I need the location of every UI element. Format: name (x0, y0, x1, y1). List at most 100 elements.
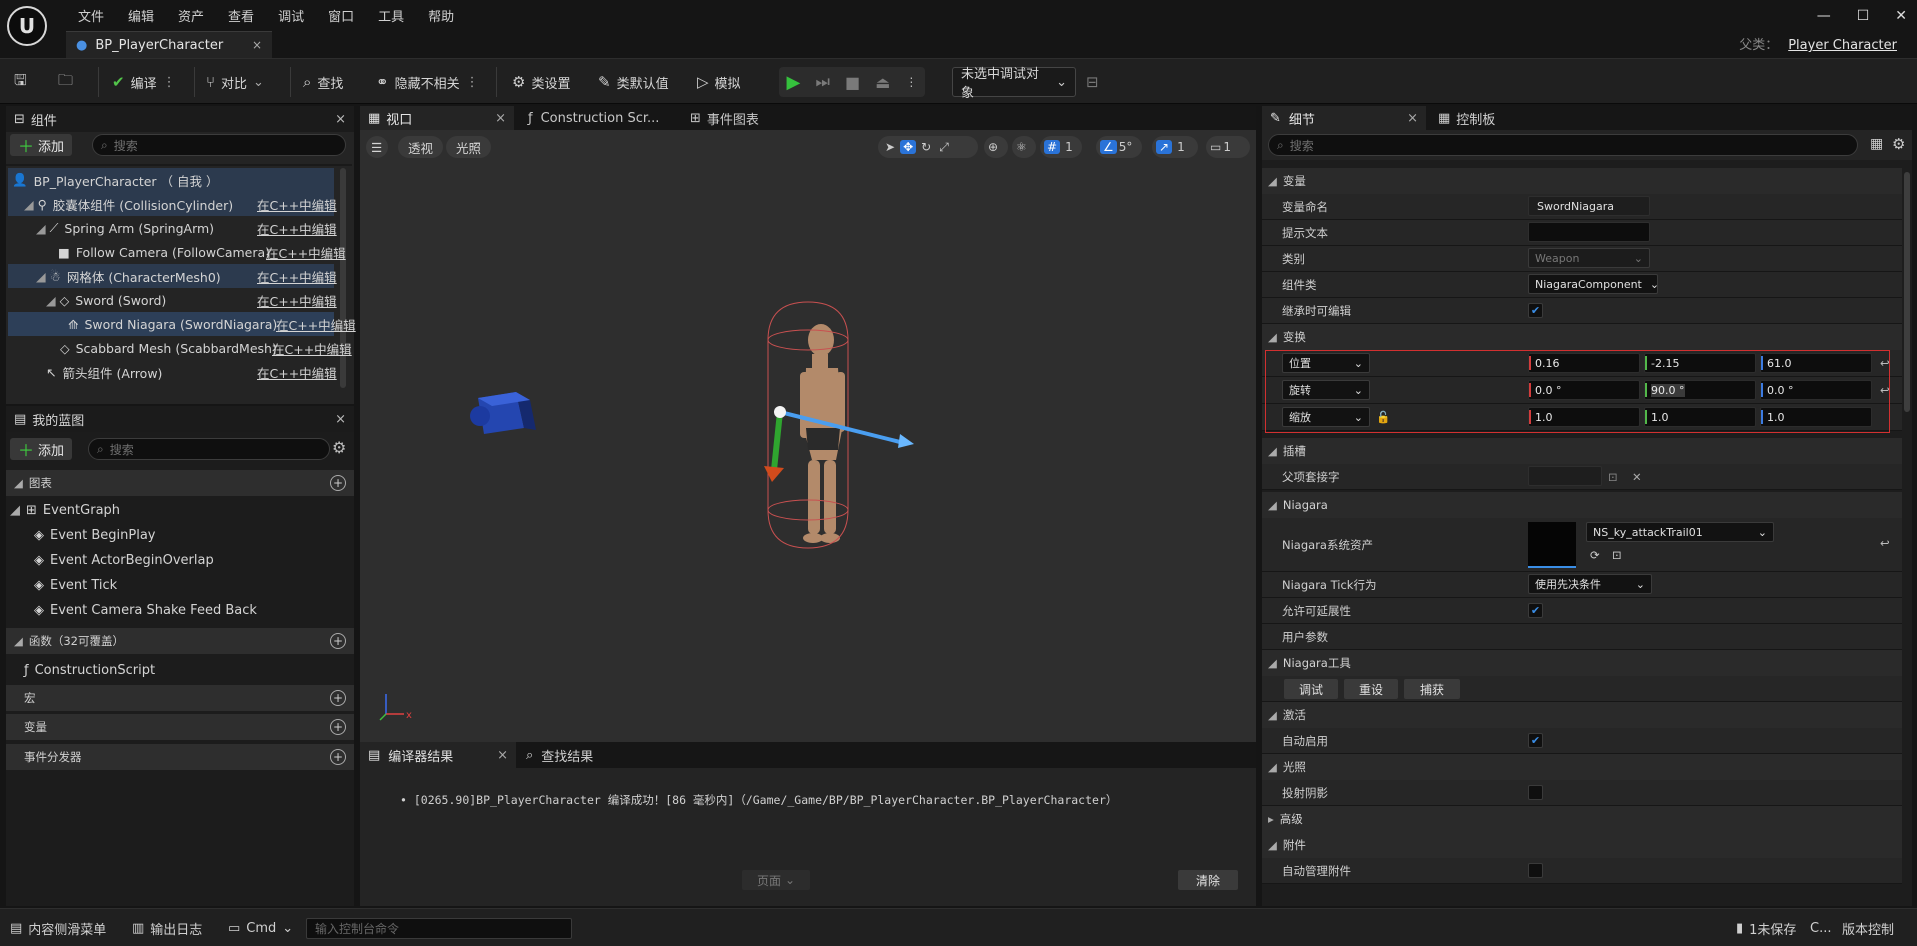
details-scrollbar[interactable] (1904, 172, 1910, 412)
tree-item-mesh[interactable]: ◢ ☃ 网格体 (CharacterMesh0) 在C++中编辑 (8, 264, 337, 288)
section-variable[interactable]: ◢ 变量 (1262, 168, 1902, 194)
diff-button[interactable]: ⑂ 对比 ⌄ (206, 59, 264, 105)
menu-file[interactable]: 文件 (66, 4, 116, 27)
tab-close-button[interactable]: × (495, 111, 506, 126)
add-function-button[interactable]: + (330, 633, 346, 649)
add-dispatcher-button[interactable]: + (330, 749, 346, 765)
section-niagara-tools[interactable]: ◢ Niagara工具 (1262, 650, 1902, 676)
play-options-icon[interactable]: ⋮ (905, 75, 917, 89)
content-drawer-button[interactable]: ▤ 内容侧滑菜单 (10, 917, 106, 939)
edit-in-cpp-link[interactable]: 在C++中编辑 (257, 267, 337, 286)
output-log-button[interactable]: ▥ 输出日志 (132, 917, 202, 939)
niagara-thumbnail[interactable] (1528, 522, 1576, 568)
tree-item-spring-arm[interactable]: ◢ ⟋ Spring Arm (SpringArm) 在C++中编辑 (8, 216, 338, 240)
edit-in-cpp-link[interactable]: 在C++中编辑 (257, 219, 337, 238)
auto-activate-checkbox[interactable]: ✔ (1528, 733, 1543, 748)
unsaved-indicator[interactable]: ▮ 1未保存 (1736, 917, 1796, 939)
components-search-input[interactable]: ⌕ 搜索 (92, 134, 346, 156)
add-blueprint-item-button[interactable]: ＋添加 (10, 438, 73, 460)
tab-construction-script[interactable]: ƒ Construction Scr... (528, 106, 659, 130)
section-functions[interactable]: ◢ 函数（32可覆盖） + (6, 628, 354, 654)
edit-in-cpp-link[interactable]: 在C++中编辑 (257, 291, 337, 310)
event-item[interactable]: ◈ Event ActorBeginOverlap (34, 548, 214, 572)
debug-filter-button[interactable]: ⊟ (1086, 59, 1099, 105)
reset-button[interactable]: 重设 (1344, 679, 1398, 699)
minimize-button[interactable]: — (1817, 8, 1831, 24)
category-select[interactable]: Weapon ⌄ (1528, 248, 1650, 268)
blueprint-settings-gear-icon[interactable]: ⚙ (332, 438, 346, 457)
clear-button[interactable]: 清除 (1178, 870, 1238, 890)
section-variables[interactable]: 变量 + (6, 714, 354, 740)
tree-item-arrow[interactable]: ↖ 箭头组件 (Arrow) 在C++中编辑 (8, 360, 338, 384)
event-item[interactable]: ◈ Event BeginPlay (34, 523, 156, 547)
tab-event-graph[interactable]: ⊞ 事件图表 (690, 106, 759, 130)
my-blueprint-close-button[interactable]: × (335, 412, 346, 427)
close-window-button[interactable]: ✕ (1895, 8, 1907, 24)
browse-button[interactable]: 🗀 (58, 59, 73, 105)
section-transform[interactable]: ◢ 变换 (1262, 324, 1902, 350)
menu-window[interactable]: 窗口 (316, 4, 366, 27)
variable-name-input[interactable]: SwordNiagara (1528, 196, 1650, 216)
tab-viewport[interactable]: ▦ 视口 × (360, 106, 514, 130)
edit-in-cpp-link[interactable]: 在C++中编辑 (276, 315, 356, 334)
save-button[interactable]: 🖫 (14, 59, 27, 105)
section-lighting[interactable]: ◢ 光照 (1262, 754, 1902, 780)
details-settings-gear-icon[interactable]: ⚙ (1892, 135, 1905, 153)
add-macro-button[interactable]: + (330, 690, 346, 706)
edit-in-cpp-link[interactable]: 在C++中编辑 (257, 363, 337, 382)
hide-unrelated-button[interactable]: ⚭ 隐藏不相关 ⋮ (376, 59, 479, 105)
find-button[interactable]: ⌕ 查找 (303, 59, 343, 105)
parent-socket-input[interactable] (1528, 466, 1602, 486)
section-activation[interactable]: ◢ 激活 (1262, 702, 1902, 728)
version-control-button[interactable]: 版本控制 (1842, 917, 1894, 939)
tree-item-scabbard[interactable]: ◇ Scabbard Mesh (ScabbardMesh) 在C++中编辑 (8, 336, 352, 360)
capture-button[interactable]: 捕获 (1404, 679, 1460, 699)
tab-bp-player-character[interactable]: ● BP_PlayerCharacter × (66, 31, 272, 58)
tab-close-button[interactable]: × (252, 38, 262, 52)
menu-help[interactable]: 帮助 (416, 4, 466, 27)
compile-button[interactable]: ✔ 编译 ⋮ (112, 59, 176, 105)
event-item[interactable]: ◈ Event Camera Shake Feed Back (34, 598, 257, 622)
browse-asset-icon[interactable]: ⊡ (1612, 548, 1622, 562)
tree-item-sword-niagara[interactable]: ⟰ Sword Niagara (SwordNiagara) 在C++中编辑 (8, 312, 356, 336)
tooltip-input[interactable] (1528, 222, 1650, 242)
auto-manage-checkbox[interactable] (1528, 863, 1543, 878)
tree-item-capsule[interactable]: ◢ ⚲ 胶囊体组件 (CollisionCylinder) 在C++中编辑 (8, 192, 337, 216)
section-socket[interactable]: ◢ 插槽 (1262, 438, 1902, 464)
tree-item-follow-camera[interactable]: ■ Follow Camera (FollowCamera) 在C++中编辑 (8, 240, 346, 264)
cmd-select[interactable]: ▭ Cmd ⌄ (228, 917, 293, 939)
section-attachment[interactable]: ◢ 附件 (1262, 832, 1902, 858)
parent-class-link[interactable]: Player Character (1788, 38, 1897, 53)
menu-debug[interactable]: 调试 (266, 4, 316, 27)
simulate-button[interactable]: ▷ 模拟 (697, 59, 741, 105)
tab-details[interactable]: ✎ 细节 × (1262, 106, 1426, 130)
row-user-params[interactable]: 用户参数 (1262, 624, 1902, 650)
section-macros[interactable]: 宏 + (6, 685, 354, 711)
reset-asset-icon[interactable]: ↩ (1880, 536, 1890, 550)
step-icon[interactable]: ⏭ (815, 72, 829, 92)
edit-in-cpp-link[interactable]: 在C++中编辑 (257, 195, 337, 214)
browse-socket-icon[interactable]: ⊡ (1608, 470, 1618, 484)
tab-find-results[interactable]: ⌕ 查找结果 (526, 742, 593, 768)
play-icon[interactable]: ▶ (787, 72, 801, 93)
section-dispatchers[interactable]: 事件分发器 + (6, 744, 354, 770)
class-settings-button[interactable]: ⚙ 类设置 (512, 59, 570, 105)
console-command-input[interactable]: 输入控制台命令 (306, 918, 572, 939)
debug-target-select[interactable]: 未选中调试对象 ⌄ (952, 67, 1076, 101)
cast-shadow-checkbox[interactable] (1528, 785, 1543, 800)
tree-item-self[interactable]: 👤 BP_PlayerCharacter （ 自我 ） (8, 168, 334, 192)
edit-in-cpp-link[interactable]: 在C++中编辑 (266, 243, 346, 262)
eject-icon[interactable]: ⏏ (875, 73, 890, 92)
menu-edit[interactable]: 编辑 (116, 4, 166, 27)
maximize-button[interactable]: ☐ (1857, 8, 1870, 24)
scalability-checkbox[interactable]: ✔ (1528, 603, 1543, 618)
components-close-button[interactable]: × (335, 112, 346, 127)
debug-button[interactable]: 调试 (1284, 679, 1338, 699)
tab-close-button[interactable]: × (497, 748, 508, 763)
tree-item-sword[interactable]: ◢ ◇ Sword (Sword) 在C++中编辑 (8, 288, 338, 312)
tab-compiler-results[interactable]: ▤ 编译器结果 × (360, 742, 516, 768)
section-niagara[interactable]: ◢ Niagara (1262, 492, 1902, 518)
tab-control-panel[interactable]: ▦ 控制板 (1426, 106, 1507, 130)
event-item[interactable]: ◈ Event Tick (34, 573, 117, 597)
use-selected-icon[interactable]: ⟳ (1590, 548, 1600, 562)
